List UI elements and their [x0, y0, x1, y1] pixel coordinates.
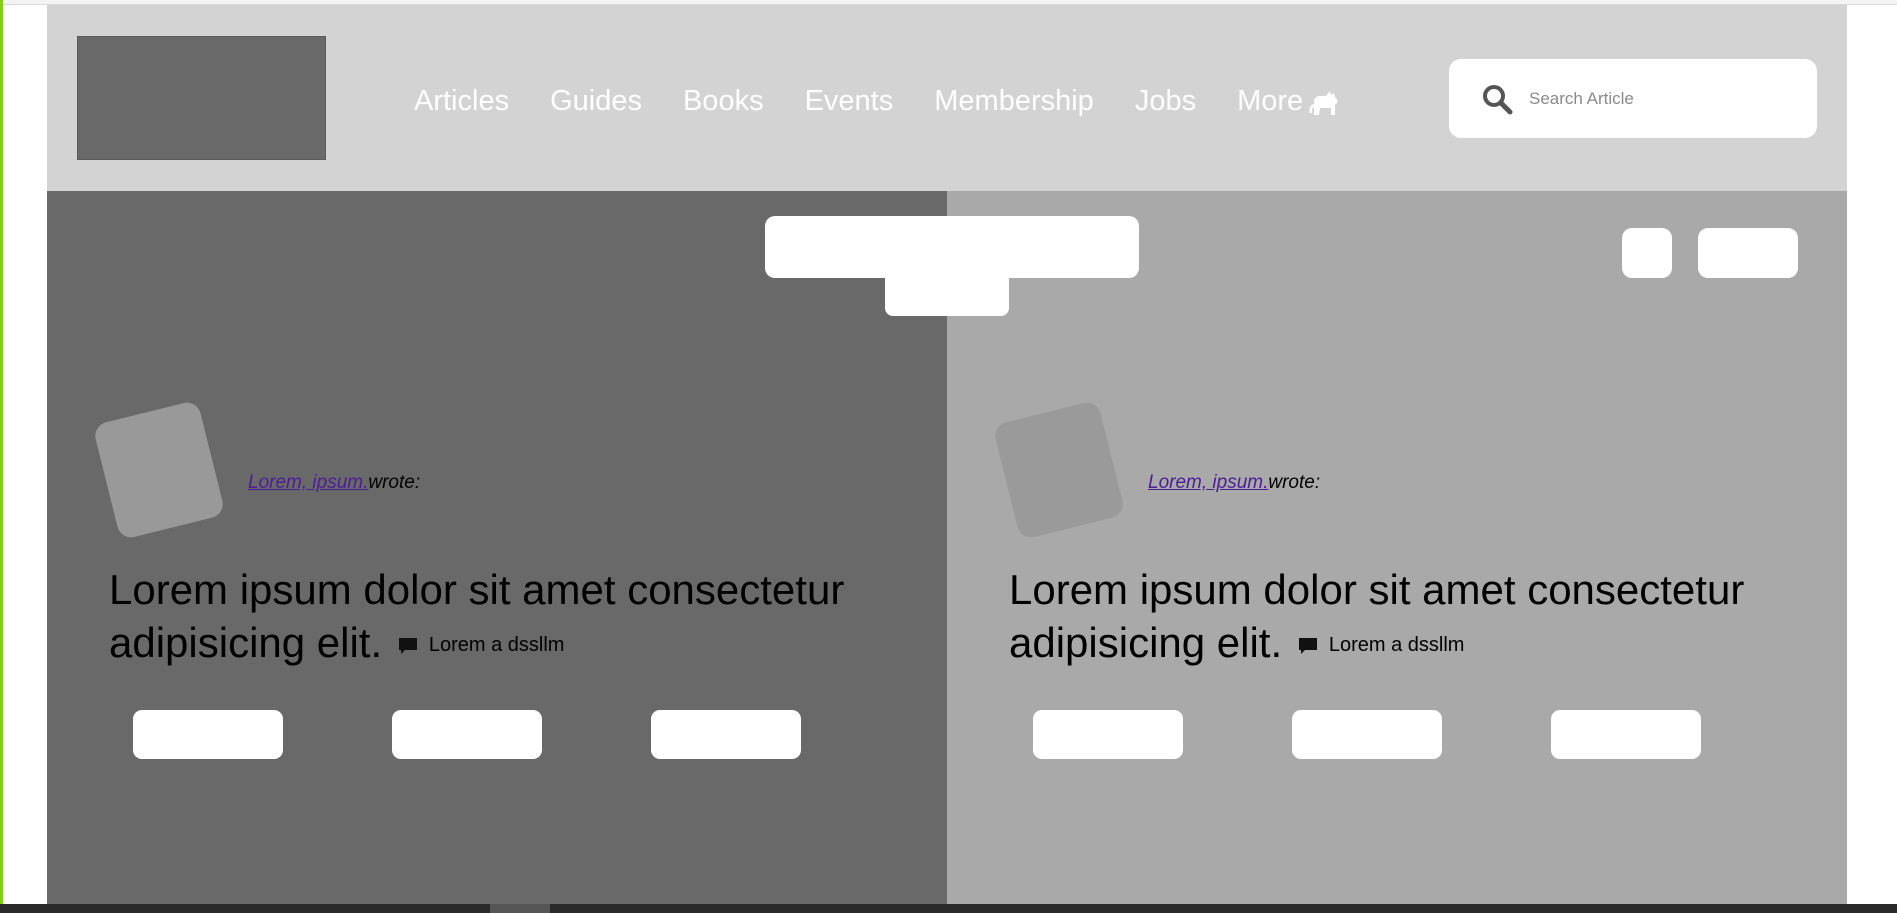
comment-tag[interactable]: Lorem a dssllm [398, 619, 565, 672]
center-toggle-tab[interactable] [885, 275, 1009, 316]
search-input[interactable] [1527, 87, 1811, 110]
nav-events[interactable]: Events [805, 85, 894, 118]
speech-bubble-icon [1298, 637, 1317, 654]
post-action-button-2[interactable] [392, 710, 542, 759]
nav-more[interactable]: More [1237, 85, 1303, 118]
byline-suffix: wrote: [1268, 472, 1321, 493]
post-action-button-3[interactable] [651, 710, 801, 759]
comment-tag[interactable]: Lorem a dssllm [1298, 619, 1465, 672]
search-box[interactable] [1449, 59, 1817, 138]
nav-guides[interactable]: Guides [550, 85, 642, 118]
comment-text: Lorem a dssllm [428, 634, 565, 657]
author-link[interactable]: Lorem, ipsum. [248, 472, 368, 493]
post-action-button-1[interactable] [133, 710, 283, 759]
center-toggle-pill[interactable] [765, 216, 1139, 278]
nav-books[interactable]: Books [683, 85, 764, 118]
cat-icon[interactable] [1309, 85, 1341, 117]
left-accent-bar [0, 0, 3, 913]
horizontal-scrollbar-thumb[interactable] [490, 904, 550, 913]
post-byline: Lorem, ipsum.wrote: [248, 472, 420, 494]
post-panel-left: Lorem, ipsum.wrote: Lorem ipsum dolor si… [47, 191, 947, 908]
post-action-button-3[interactable] [1551, 710, 1701, 759]
nav-membership[interactable]: Membership [934, 85, 1094, 118]
search-icon[interactable] [1481, 83, 1513, 115]
page: Articles Guides Books Events Membership … [47, 5, 1847, 908]
corner-button-small[interactable] [1622, 228, 1672, 278]
nav-jobs[interactable]: Jobs [1135, 85, 1196, 118]
byline-suffix: wrote: [368, 472, 421, 493]
post-action-button-2[interactable] [1292, 710, 1442, 759]
nav-articles[interactable]: Articles [414, 85, 509, 118]
post-action-button-1[interactable] [1033, 710, 1183, 759]
corner-button-wide[interactable] [1698, 228, 1798, 278]
horizontal-scrollbar-track[interactable] [0, 904, 1897, 913]
site-header: Articles Guides Books Events Membership … [47, 5, 1847, 191]
comment-text: Lorem a dssllm [1328, 634, 1465, 657]
author-avatar [992, 399, 1126, 541]
main-nav: Articles Guides Books Events Membership … [414, 81, 1341, 121]
post-byline: Lorem, ipsum.wrote: [1148, 472, 1320, 494]
author-avatar [92, 399, 226, 541]
post-headline: Lorem ipsum dolor sit amet consectetur a… [109, 563, 869, 672]
speech-bubble-icon [398, 637, 417, 654]
post-headline: Lorem ipsum dolor sit amet consectetur a… [1009, 563, 1769, 672]
logo-placeholder[interactable] [77, 36, 326, 160]
author-link[interactable]: Lorem, ipsum. [1148, 472, 1268, 493]
post-panel-right: Lorem, ipsum.wrote: Lorem ipsum dolor si… [947, 191, 1847, 908]
